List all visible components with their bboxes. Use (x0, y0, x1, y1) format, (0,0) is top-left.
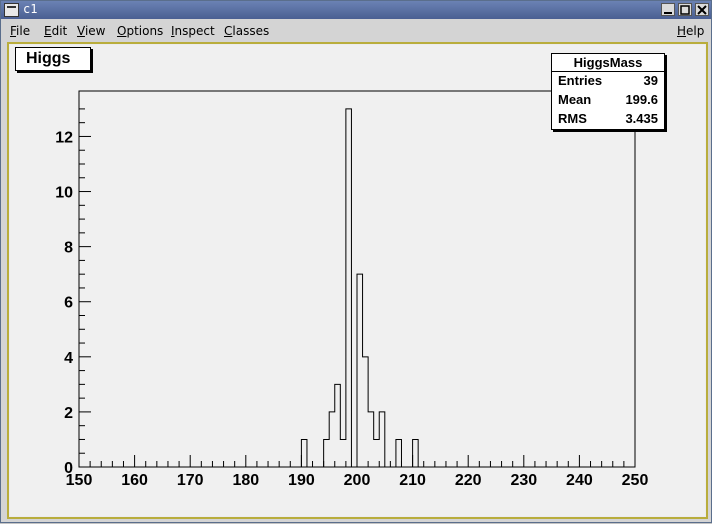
x-tick-label: 210 (399, 472, 426, 489)
root-window: c1 File Edit View Options Inspect Classe… (0, 0, 712, 523)
histogram-bin (340, 439, 346, 467)
x-tick-label: 240 (566, 472, 593, 489)
histogram-title: Higgs (26, 50, 71, 67)
stats-value: 199.6 (625, 92, 658, 107)
y-tick-label: 8 (64, 240, 73, 257)
y-tick-label: 2 (64, 405, 73, 422)
histogram-bin (413, 439, 419, 467)
x-tick-label: 250 (622, 472, 649, 489)
stats-row-mean: Mean 199.6 (558, 92, 658, 109)
stats-box[interactable]: HiggsMass Entries 39 Mean 199.6 RMS 3.43… (551, 53, 665, 130)
x-tick-label: 200 (344, 472, 371, 489)
stats-key: Entries (558, 73, 603, 88)
y-tick-label: 0 (64, 460, 73, 477)
histogram-title-box[interactable]: Higgs (15, 47, 91, 71)
y-tick-label: 4 (64, 350, 73, 367)
stats-value: 39 (643, 73, 658, 88)
histogram-bin (357, 274, 363, 467)
histogram-bin (335, 384, 341, 467)
y-tick-label: 6 (64, 295, 73, 312)
x-tick-label: 180 (232, 472, 259, 489)
histogram-bin (301, 439, 307, 467)
stats-value: 3.435 (625, 111, 658, 126)
histogram-bin (329, 412, 335, 467)
histogram-outline (79, 108, 635, 468)
x-tick-label: 220 (455, 472, 482, 489)
histogram-bin (374, 439, 380, 467)
histogram-bin (396, 439, 402, 467)
x-tick-label: 230 (510, 472, 537, 489)
x-tick-label: 160 (121, 472, 148, 489)
histogram-bin (368, 412, 374, 467)
x-tick-label: 170 (177, 472, 204, 489)
histogram-bin (346, 109, 352, 467)
y-tick-label: 12 (55, 129, 73, 146)
histogram-bin (363, 357, 369, 467)
stats-row-rms: RMS 3.435 (558, 111, 658, 128)
histogram-bin (324, 439, 330, 467)
histogram-bin (379, 412, 385, 467)
y-tick-label: 10 (55, 185, 73, 202)
stats-title: HiggsMass (552, 54, 664, 72)
stats-key: RMS (558, 111, 587, 126)
stats-key: Mean (558, 92, 592, 107)
stats-row-entries: Entries 39 (558, 73, 658, 90)
x-tick-label: 190 (288, 472, 315, 489)
